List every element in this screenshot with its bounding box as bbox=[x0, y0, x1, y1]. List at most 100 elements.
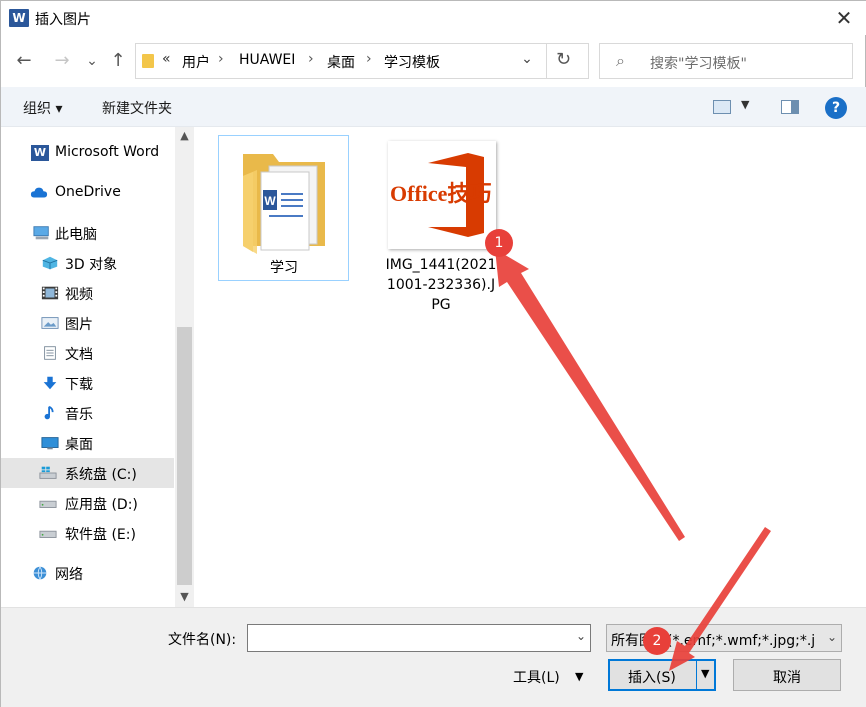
breadcrumb-separator[interactable]: › bbox=[218, 51, 224, 67]
tools-button[interactable]: 工具(L) bbox=[513, 667, 560, 687]
tools-dropdown-icon[interactable]: ▼ bbox=[575, 670, 583, 683]
search-icon: ⌕ bbox=[616, 51, 625, 70]
forward-button[interactable]: → bbox=[51, 49, 73, 73]
title-bar: W 插入图片 ✕ bbox=[1, 1, 866, 35]
sidebar-item-this-pc[interactable]: 此电脑 bbox=[1, 218, 174, 248]
sidebar-item-label: 桌面 bbox=[65, 437, 93, 453]
breadcrumb-desktop[interactable]: 桌面 bbox=[327, 52, 355, 72]
breadcrumb-separator[interactable]: › bbox=[366, 51, 372, 67]
command-bar: 组织 ▾ 新建文件夹 ▼ ? bbox=[1, 87, 866, 127]
sidebar-item-label: 图片 bbox=[65, 317, 93, 333]
file-name-label: IMG_1441(2021 1001-232336).J PG bbox=[385, 257, 497, 313]
breadcrumb-users[interactable]: 用户 bbox=[182, 52, 210, 72]
drive-c-icon bbox=[39, 466, 57, 479]
film-icon bbox=[41, 286, 59, 300]
sidebar-item-downloads[interactable]: 下载 bbox=[1, 368, 174, 398]
search-box[interactable]: ⌕ 搜索"学习模板" bbox=[599, 43, 853, 79]
view-dropdown-icon[interactable]: ▼ bbox=[741, 98, 749, 111]
office-logo-icon: Office技巧 bbox=[390, 153, 491, 237]
folder-icon bbox=[142, 54, 154, 68]
cloud-icon bbox=[30, 187, 48, 198]
insert-button[interactable]: 插入(S) ▼ bbox=[608, 659, 716, 691]
sidebar-item-software-drive-e[interactable]: 软件盘 (E:) bbox=[1, 518, 174, 548]
music-icon bbox=[44, 405, 54, 420]
computer-icon bbox=[33, 226, 49, 240]
sidebar-item-onedrive[interactable]: OneDrive bbox=[1, 178, 174, 208]
navigation-bar: ← → ⌄ ↑ « 用户 › HUAWEI › 桌面 › 学习模板 ⌄ ↻ ⌕ … bbox=[1, 37, 866, 87]
help-icon[interactable]: ? bbox=[825, 97, 847, 119]
sidebar-item-app-drive-d[interactable]: 应用盘 (D:) bbox=[1, 488, 174, 518]
sidebar-item-3d-objects[interactable]: 3D 对象 bbox=[1, 248, 174, 278]
close-button[interactable]: ✕ bbox=[829, 5, 859, 31]
scroll-thumb[interactable] bbox=[177, 327, 192, 585]
step-badge-2: 2 bbox=[643, 627, 671, 655]
word-app-icon: W bbox=[9, 9, 29, 27]
up-button[interactable]: ↑ bbox=[107, 49, 129, 73]
filename-input[interactable]: ⌄ bbox=[247, 624, 591, 652]
drive-icon bbox=[39, 530, 57, 538]
organize-button[interactable]: 组织 ▾ bbox=[23, 98, 62, 118]
file-list: W 学习 Office技巧 IMG_1441(2021 1001-232336)… bbox=[194, 127, 866, 607]
file-item-folder[interactable]: W 学习 bbox=[218, 135, 349, 281]
recent-locations-button[interactable]: ⌄ bbox=[81, 49, 103, 73]
dialog-title: 插入图片 bbox=[35, 12, 91, 28]
file-name-label: 学习 bbox=[270, 260, 298, 276]
file-type-dropdown-icon[interactable]: ⌄ bbox=[824, 630, 837, 644]
sidebar-item-label: 下载 bbox=[65, 377, 93, 393]
download-icon bbox=[43, 376, 57, 390]
sidebar-item-system-drive-c[interactable]: 系统盘 (C:) bbox=[1, 458, 174, 488]
scroll-up-icon[interactable]: ▲ bbox=[175, 129, 194, 142]
sidebar-item-label: 软件盘 (E:) bbox=[65, 527, 136, 543]
breadcrumb-separator[interactable]: › bbox=[308, 51, 314, 67]
new-folder-button[interactable]: 新建文件夹 bbox=[102, 98, 172, 118]
sidebar-item-label: 应用盘 (D:) bbox=[65, 497, 138, 513]
sidebar-item-label: OneDrive bbox=[55, 184, 121, 200]
breadcrumb-huawei[interactable]: HUAWEI bbox=[239, 52, 295, 68]
sidebar-item-music[interactable]: 音乐 bbox=[1, 398, 174, 428]
sidebar-item-label: 网络 bbox=[55, 567, 83, 583]
insert-dropdown-icon[interactable]: ▼ bbox=[701, 667, 709, 680]
breadcrumb-study-template[interactable]: 学习模板 bbox=[384, 52, 440, 72]
search-input[interactable]: 搜索"学习模板" bbox=[650, 53, 747, 73]
word-icon: W bbox=[31, 145, 49, 161]
insert-split-divider bbox=[696, 661, 697, 689]
sidebar-item-videos[interactable]: 视频 bbox=[1, 278, 174, 308]
image-thumbnail: Office技巧 bbox=[388, 141, 496, 249]
sidebar-scrollbar[interactable]: ▲ ▼ bbox=[175, 127, 194, 607]
sidebar-item-network[interactable]: 网络 bbox=[1, 558, 174, 588]
address-dropdown[interactable]: ⌄ bbox=[514, 51, 540, 67]
document-icon bbox=[44, 346, 56, 360]
network-icon bbox=[33, 566, 47, 580]
filename-dropdown-icon[interactable]: ⌄ bbox=[576, 629, 586, 643]
cancel-button[interactable]: 取消 bbox=[733, 659, 841, 691]
file-type-select[interactable]: 所有图片(*.emf;*.wmf;*.jpg;*.j ⌄ bbox=[606, 624, 842, 652]
filename-label: 文件名(N): bbox=[168, 632, 237, 648]
sidebar-item-label: 系统盘 (C:) bbox=[65, 467, 137, 483]
sidebar-item-label: Microsoft Word bbox=[55, 144, 160, 160]
svg-text:Office技巧: Office技巧 bbox=[390, 181, 491, 206]
back-button[interactable]: ← bbox=[13, 49, 35, 73]
dialog-footer: 文件名(N): ⌄ 所有图片(*.emf;*.wmf;*.jpg;*.j ⌄ 工… bbox=[1, 607, 866, 707]
file-item-image[interactable]: Office技巧 IMG_1441(2021 1001-232336).J PG bbox=[380, 135, 510, 321]
insert-label: 插入(S) bbox=[628, 670, 676, 686]
navigation-pane: W Microsoft Word OneDrive 此电脑 3D 对象 视频 图… bbox=[1, 127, 194, 607]
svg-text:W: W bbox=[264, 194, 276, 208]
sidebar-item-pictures[interactable]: 图片 bbox=[1, 308, 174, 338]
address-divider bbox=[546, 44, 547, 78]
sidebar-item-label: 3D 对象 bbox=[65, 257, 118, 273]
file-type-value: 所有图片(*.emf;*.wmf;*.jpg;*.j bbox=[611, 633, 816, 649]
sidebar-item-microsoft-word[interactable]: W Microsoft Word bbox=[1, 138, 174, 168]
sidebar-item-documents[interactable]: 文档 bbox=[1, 338, 174, 368]
sidebar-item-label: 此电脑 bbox=[55, 227, 97, 243]
scroll-down-icon[interactable]: ▼ bbox=[175, 590, 194, 603]
sidebar-item-desktop[interactable]: 桌面 bbox=[1, 428, 174, 458]
preview-pane-icon[interactable] bbox=[781, 100, 799, 114]
overflow-chevron[interactable]: « bbox=[162, 51, 171, 67]
cube-icon bbox=[42, 256, 58, 270]
refresh-icon[interactable]: ↻ bbox=[556, 49, 571, 70]
address-bar[interactable]: « 用户 › HUAWEI › 桌面 › 学习模板 ⌄ ↻ bbox=[135, 43, 589, 79]
picture-icon bbox=[41, 317, 59, 329]
folder-icon: W bbox=[243, 154, 325, 254]
view-options-icon[interactable] bbox=[713, 100, 731, 114]
sidebar-item-label: 音乐 bbox=[65, 407, 93, 423]
